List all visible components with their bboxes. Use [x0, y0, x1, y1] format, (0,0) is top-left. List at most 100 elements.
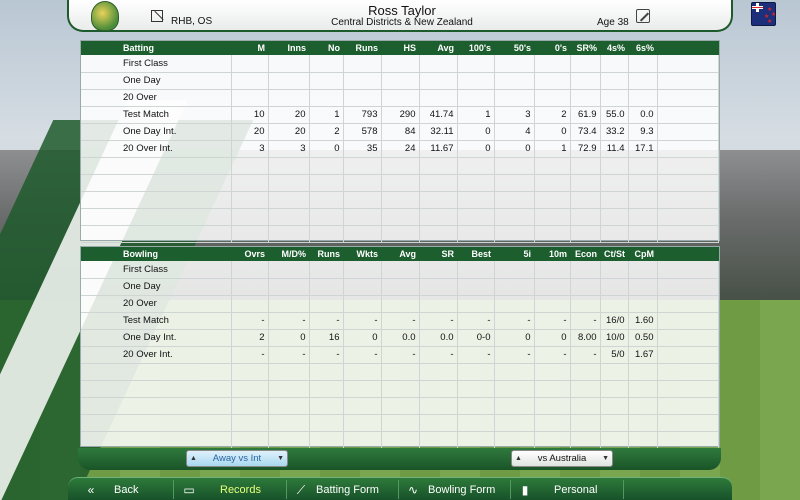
table-cell [231, 72, 269, 90]
table-cell [600, 89, 629, 107]
opponent-filter-select[interactable]: ▲ vs Australia ▼ [511, 450, 613, 467]
table-cell: 24 [381, 140, 420, 158]
table-cell: 20 [268, 106, 310, 124]
table-cell: 1.60 [628, 312, 658, 330]
table-cell [534, 89, 571, 107]
ball-trail-icon: ∿ [407, 482, 419, 497]
table-cell: 578 [343, 123, 382, 141]
table-cell: 0 [534, 123, 571, 141]
nav-bowling-form-tab[interactable]: ∿ Bowling Form [404, 478, 495, 500]
table-row: First Class [81, 261, 719, 279]
table-cell: 1 [309, 106, 344, 124]
table-cell: 0.0 [419, 329, 458, 347]
row-label: 20 Over Int. [81, 346, 232, 364]
empty-row [81, 208, 719, 226]
table-cell: 0 [494, 140, 535, 158]
table-cell [570, 261, 601, 279]
bowling-column-header: M/D% [268, 247, 309, 261]
table-cell [309, 89, 344, 107]
bowling-table: Bowling Ovrs M/D% Runs Wkts Avg SR Best 5i 10m Eco… [81, 247, 719, 449]
table-cell: 3 [494, 106, 535, 124]
table-cell [268, 295, 310, 313]
table-cell [419, 278, 458, 296]
table-cell: - [343, 312, 382, 330]
chevron-up-icon: ▲ [515, 455, 522, 462]
table-row: 20 Over Int. 3 3 0 35 24 11.67 0 0 1 72.9 11.4 17.1 [81, 140, 719, 158]
empty-row [81, 431, 719, 449]
table-cell [268, 278, 310, 296]
table-row: 20 Over Int. - - - - - - - - - -5/0 1.67 [81, 346, 719, 364]
table-cell: 0 [343, 329, 382, 347]
new-zealand-flag-icon: ★ ★ ★ ★ [751, 2, 776, 26]
batting-column-header: 0's [534, 41, 570, 55]
empty-row [81, 225, 719, 243]
bowling-column-header: Ct/St [600, 247, 628, 261]
bowling-column-header: Ovrs [231, 247, 268, 261]
table-row: Test Match - - - - - - - - - -16/0 1.60 [81, 312, 719, 330]
table-cell: - [231, 312, 269, 330]
table-cell [381, 295, 420, 313]
table-cell [628, 72, 658, 90]
row-label: One Day Int. [81, 329, 232, 347]
nav-records-tab[interactable]: ▭ Records [180, 478, 261, 500]
empty-row [81, 397, 719, 415]
venue-filter-value: Away vs Int [212, 453, 262, 464]
table-cell [600, 55, 629, 73]
table-cell [494, 89, 535, 107]
bowling-column-header: Wkts [343, 247, 381, 261]
opponent-filter-value: vs Australia [537, 453, 587, 464]
table-cell [457, 72, 495, 90]
table-cell [600, 261, 629, 279]
table-cell: - [343, 346, 382, 364]
table-cell: - [494, 346, 535, 364]
empty-row [81, 363, 719, 381]
table-cell: 0 [494, 329, 535, 347]
batting-column-header: Runs [343, 41, 381, 55]
table-cell [343, 261, 382, 279]
table-cell [343, 278, 382, 296]
table-cell: 16 [309, 329, 344, 347]
empty-row [81, 157, 719, 175]
table-cell [309, 55, 344, 73]
table-cell [231, 278, 269, 296]
table-cell: - [268, 312, 310, 330]
table-cell: 2 [534, 106, 571, 124]
table-cell [570, 295, 601, 313]
table-cell: 33.2 [600, 123, 629, 141]
table-cell: 0-0 [457, 329, 495, 347]
table-cell [534, 261, 571, 279]
table-cell [628, 261, 658, 279]
table-cell [419, 72, 458, 90]
nav-batting-form-tab[interactable]: ⟋ Batting Form [292, 478, 379, 500]
batting-column-header: 6s% [628, 41, 657, 55]
table-cell: - [570, 312, 601, 330]
table-cell: 72.9 [570, 140, 601, 158]
venue-filter-select[interactable]: ▲ Away vs Int ▼ [186, 450, 288, 467]
batting-column-header: Avg [419, 41, 457, 55]
row-label: One Day Int. [81, 123, 232, 141]
nav-back-button[interactable]: « Back [82, 478, 139, 500]
chevron-up-icon: ▲ [190, 455, 197, 462]
table-cell: 2 [231, 329, 269, 347]
bowling-column-header: 5i [494, 247, 534, 261]
table-cell: 10/0 [600, 329, 629, 347]
row-label: Test Match [81, 312, 232, 330]
table-cell: 0 [457, 123, 495, 141]
table-cell [600, 72, 629, 90]
batting-header-row: Batting M Inns No Runs HS Avg 100's 50's 0's SR% 4s… [81, 41, 719, 55]
table-cell [494, 278, 535, 296]
table-cell: - [419, 312, 458, 330]
table-cell [343, 89, 382, 107]
table-cell [600, 295, 629, 313]
batting-records-panel: Batting M Inns No Runs HS Avg 100's 50's 0's SR% 4s… [80, 40, 720, 243]
table-cell [231, 295, 269, 313]
nav-personal-tab[interactable]: ▮ Personal [516, 478, 598, 500]
table-cell [381, 72, 420, 90]
table-cell [381, 89, 420, 107]
table-row: First Class [81, 55, 719, 73]
table-cell: 41.74 [419, 106, 458, 124]
edit-icon[interactable] [636, 9, 650, 23]
bowling-column-header: CpM [628, 247, 657, 261]
table-cell [419, 295, 458, 313]
folder-icon: ▭ [183, 482, 195, 497]
